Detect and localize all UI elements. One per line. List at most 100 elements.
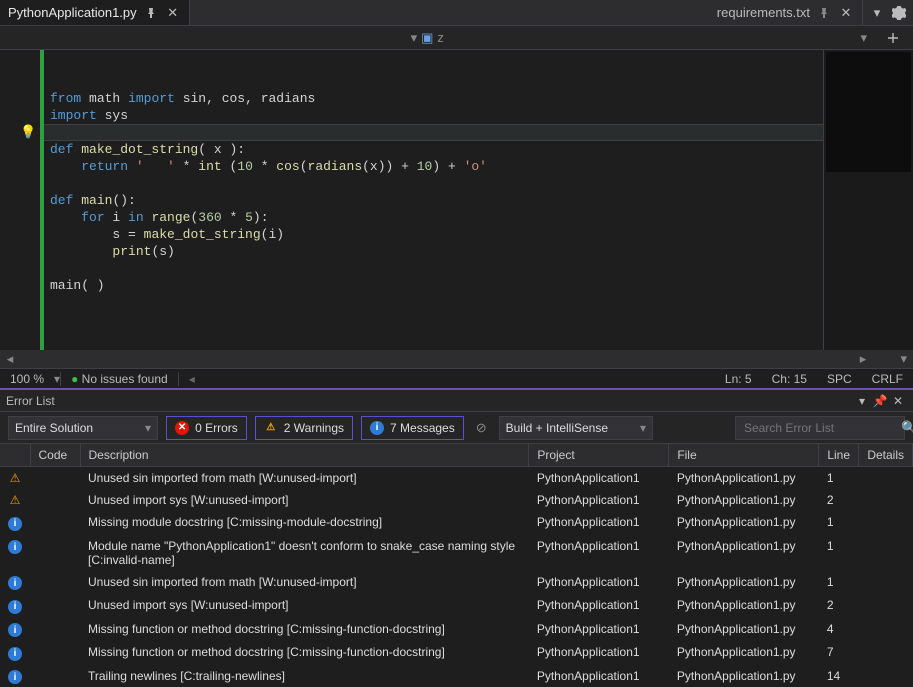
gear-icon[interactable] (891, 5, 907, 21)
tab-active[interactable]: PythonApplication1.py ✕ (0, 0, 190, 25)
error-icon: ✕ (175, 421, 189, 435)
nav-bar: ▾ ▣ z ▾ (0, 26, 913, 50)
info-icon: i (370, 421, 384, 435)
col-code[interactable]: Code (30, 444, 80, 467)
chevron-down-icon[interactable]: ▾ (854, 30, 873, 46)
panel-dropdown-icon[interactable]: ▾ (853, 394, 871, 408)
split-button[interactable] (873, 31, 913, 45)
cell-description: Unused sin imported from math [W:unused-… (80, 467, 529, 490)
cell-project: PythonApplication1 (529, 618, 669, 642)
zoom-level[interactable]: 100 % (0, 372, 54, 386)
cell-details (859, 489, 913, 511)
prev-issue-icon[interactable]: ◂ (179, 372, 205, 386)
scroll-down-icon[interactable]: ▾ (873, 351, 913, 367)
editor-h-scroll[interactable]: ◂ ▸ ▾ (0, 350, 913, 368)
cell-code (30, 571, 80, 595)
editor[interactable]: 💡 from math import sin, cos, radians imp… (0, 50, 913, 350)
col-details[interactable]: Details (859, 444, 913, 467)
cell-file: PythonApplication1.py (669, 535, 819, 571)
cell-code (30, 665, 80, 687)
info-icon: i (8, 623, 22, 637)
info-icon: i (8, 670, 22, 684)
pin-icon[interactable]: 📌 (871, 394, 889, 408)
search-box[interactable]: 🔍 ▾ (735, 416, 905, 440)
cell-details (859, 594, 913, 618)
cell-project: PythonApplication1 (529, 535, 669, 571)
editor-status-bar: 100 % ▾ ● No issues found ◂ Ln: 5 Ch: 15… (0, 368, 913, 390)
col-indicator[interactable]: Ch: 15 (762, 372, 817, 386)
table-row[interactable]: i Missing function or method docstring [C… (0, 618, 913, 642)
scope-label: Entire Solution (15, 421, 93, 435)
table-row[interactable]: ⚠ Unused import sys [W:unused-import] Pyth… (0, 489, 913, 511)
cell-details (859, 467, 913, 490)
source-dropdown[interactable]: Build + IntelliSense ▾ (499, 416, 653, 440)
clear-filter-icon[interactable]: ⊘ (472, 420, 491, 436)
info-icon: i (8, 540, 22, 554)
cell-details (859, 511, 913, 535)
panel-title: Error List (6, 394, 55, 408)
warning-icon: ⚠ (10, 493, 21, 507)
tab-label: PythonApplication1.py (8, 5, 137, 20)
info-icon: i (8, 600, 22, 614)
cell-description: Unused import sys [W:unused-import] (80, 489, 529, 511)
table-row[interactable]: iMissing module docstring [C:missing-mod… (0, 511, 913, 535)
cell-description: Unused sin imported from math [W:unused-… (80, 571, 529, 595)
cell-line: 1 (819, 467, 859, 490)
error-list-body[interactable]: Code Description Project File Line Detai… (0, 444, 913, 687)
table-row[interactable]: iUnused sin imported from math [W:unused… (0, 571, 913, 595)
info-icon: i (8, 517, 22, 531)
tab-label: requirements.txt (717, 5, 810, 20)
error-table: Code Description Project File Line Detai… (0, 444, 913, 687)
cell-file: PythonApplication1.py (669, 618, 819, 642)
search-icon[interactable]: 🔍 (901, 420, 913, 436)
cell-line: 2 (819, 489, 859, 511)
eol-mode[interactable]: CRLF (862, 372, 913, 386)
code-area[interactable]: from math import sin, cos, radians impor… (44, 50, 823, 350)
scroll-right-icon[interactable]: ▸ (853, 351, 873, 367)
cell-file: PythonApplication1.py (669, 467, 819, 490)
close-icon[interactable]: ✕ (165, 5, 181, 21)
table-row[interactable]: iTrailing newlines [C:trailing-newlines]… (0, 665, 913, 687)
close-icon[interactable]: ✕ (889, 394, 907, 408)
warning-icon: ⚠ (10, 471, 21, 485)
cell-line: 4 (819, 618, 859, 642)
pin-icon[interactable] (816, 5, 832, 21)
col-icon[interactable] (0, 444, 30, 467)
editor-margin: 💡 (0, 50, 40, 350)
errors-filter[interactable]: ✕ 0 Errors (166, 416, 247, 440)
col-file[interactable]: File (669, 444, 819, 467)
cell-file: PythonApplication1.py (669, 489, 819, 511)
table-row[interactable]: iModule name "PythonApplication1" doesn'… (0, 535, 913, 571)
cell-description: Unused import sys [W:unused-import] (80, 594, 529, 618)
cell-details (859, 641, 913, 665)
pin-icon[interactable] (143, 5, 159, 21)
nav-scope-dropdown[interactable]: ▾ ▣ z (0, 30, 854, 46)
col-description[interactable]: Description (80, 444, 529, 467)
warnings-filter[interactable]: ⚠ 2 Warnings (255, 416, 353, 440)
table-header-row[interactable]: Code Description Project File Line Detai… (0, 444, 913, 467)
table-row[interactable]: ⚠ Unused sin imported from math [W:unused… (0, 467, 913, 490)
search-input[interactable] (742, 420, 901, 436)
whitespace-mode[interactable]: SPC (817, 372, 862, 386)
table-row[interactable]: iUnused import sys [W:unused-import]Pyth… (0, 594, 913, 618)
chevron-down-icon[interactable]: ▾ (869, 5, 885, 21)
tab-requirements[interactable]: requirements.txt ✕ (709, 0, 863, 25)
close-icon[interactable]: ✕ (838, 5, 854, 21)
messages-filter[interactable]: i 7 Messages (361, 416, 464, 440)
cell-line: 1 (819, 535, 859, 571)
cell-project: PythonApplication1 (529, 641, 669, 665)
table-row[interactable]: iMissing function or method docstring [C… (0, 641, 913, 665)
lightbulb-icon[interactable]: 💡 (20, 124, 36, 140)
scope-dropdown[interactable]: Entire Solution ▾ (8, 416, 158, 440)
line-indicator[interactable]: Ln: 5 (715, 372, 762, 386)
warnings-count: 2 Warnings (284, 421, 344, 435)
cell-description: Missing function or method docstring [C:… (80, 618, 529, 642)
scroll-left-icon[interactable]: ◂ (0, 351, 20, 367)
col-line[interactable]: Line (819, 444, 859, 467)
issues-status[interactable]: ● No issues found (61, 372, 178, 386)
cell-details (859, 618, 913, 642)
minimap[interactable] (823, 50, 913, 350)
warning-icon: ⚠ (264, 421, 278, 435)
col-project[interactable]: Project (529, 444, 669, 467)
cell-code (30, 535, 80, 571)
